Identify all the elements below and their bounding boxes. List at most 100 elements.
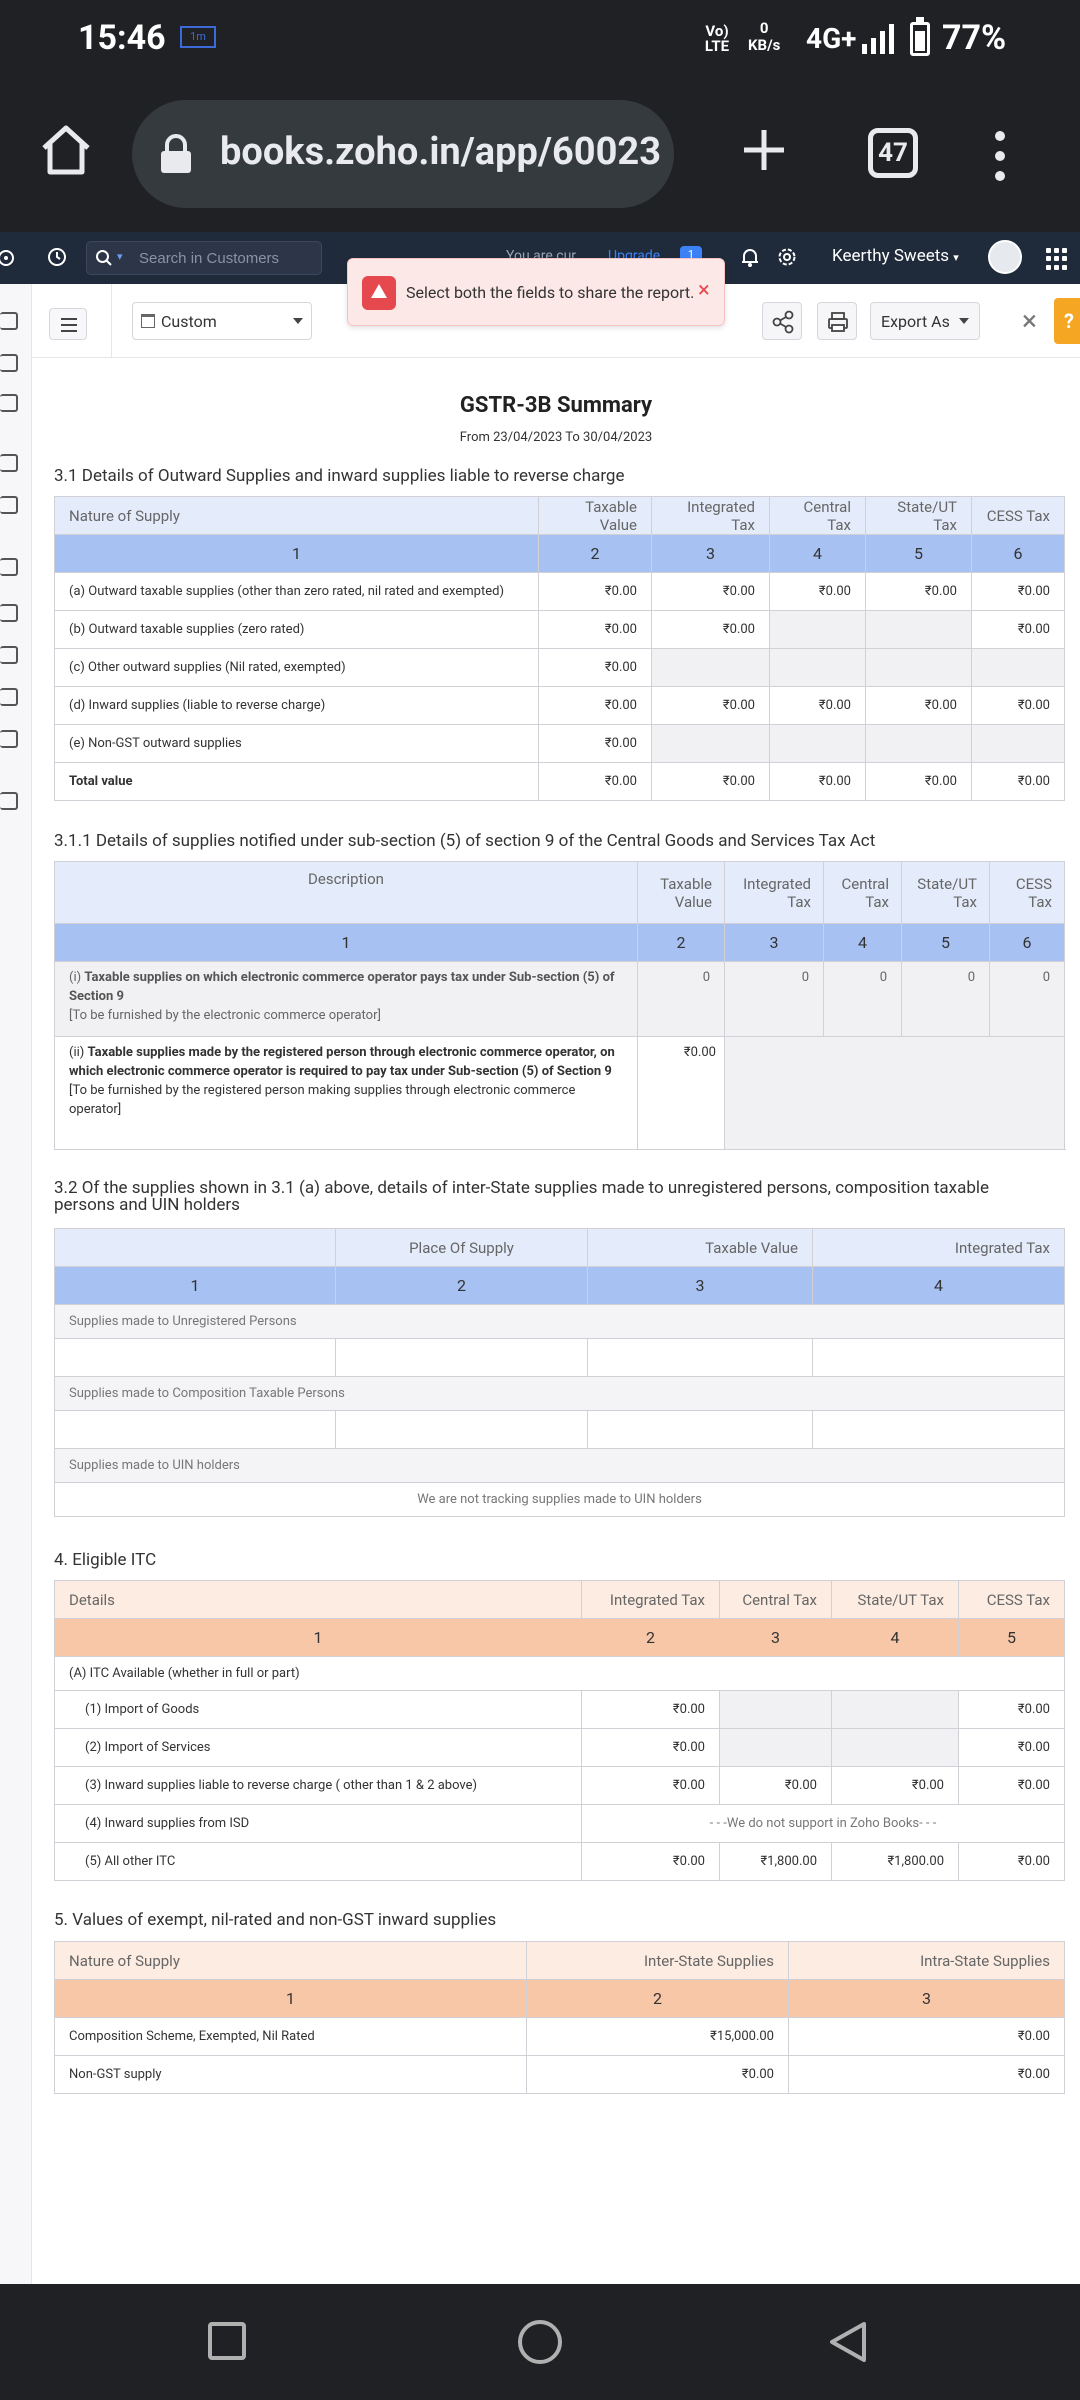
col-header: Details xyxy=(54,1580,582,1619)
col-header: Taxable Value xyxy=(637,861,725,924)
col-header: Nature of Supply xyxy=(54,496,539,535)
back-icon[interactable] xyxy=(826,2320,870,2364)
address-bar[interactable]: books.zoho.in/app/60023 xyxy=(132,100,674,208)
cell-empty xyxy=(812,1338,1065,1377)
sidebar-toggle-icon[interactable] xyxy=(0,246,22,270)
row-label: (c) Other outward supplies (Nil rated, e… xyxy=(54,648,539,687)
col-header: State/UT Tax xyxy=(831,1580,959,1619)
tab-switcher-button[interactable]: 47 xyxy=(868,128,918,178)
cell-value: ₹0.00 xyxy=(651,686,770,725)
sidebar-time-tracking-icon[interactable] xyxy=(0,558,18,576)
recent-activity-icon[interactable] xyxy=(46,246,68,268)
organization-switcher[interactable]: Keerthy Sweets ▾ xyxy=(832,246,959,266)
table-row: (e) Non-GST outward supplies ₹0.00 xyxy=(54,724,1065,763)
table-row: (2) Import of Services ₹0.00 ₹0.00 xyxy=(54,1728,1065,1767)
col-number: 2 xyxy=(538,534,652,573)
total-value: ₹0.00 xyxy=(651,762,770,801)
gear-icon[interactable] xyxy=(776,246,798,268)
date-range-dropdown[interactable]: Custom xyxy=(132,302,312,340)
bell-icon[interactable] xyxy=(740,246,760,268)
sidebar-purchases-icon[interactable] xyxy=(0,496,18,514)
section-3-1-title: 3.1 Details of Outward Supplies and inwa… xyxy=(54,466,625,486)
cell-value: ₹0.00 xyxy=(651,572,770,611)
cell-value: ₹0.00 xyxy=(581,1766,720,1805)
report-menu-button[interactable] xyxy=(49,308,87,340)
col-number: 1 xyxy=(54,534,539,573)
cell-disabled xyxy=(865,648,972,687)
caret-down-icon xyxy=(959,318,969,324)
section-5-title: 5. Values of exempt, nil-rated and non-G… xyxy=(54,1910,497,1930)
cell-disabled xyxy=(724,1036,1065,1150)
home-button[interactable] xyxy=(518,2320,562,2364)
signal-icon xyxy=(862,24,894,54)
apps-grid-icon[interactable] xyxy=(1046,248,1068,270)
report-title: GSTR-3B Summary xyxy=(459,393,653,418)
col-number: 5 xyxy=(901,923,990,962)
more-options-icon[interactable] xyxy=(990,126,1010,186)
cell-value: ₹0.00 xyxy=(971,572,1065,611)
section-3-1-1-title: 3.1.1 Details of supplies notified under… xyxy=(54,831,876,851)
search-box[interactable]: ▾ xyxy=(86,241,322,275)
cell-disabled xyxy=(719,1728,832,1767)
row-label: (1) Import of Goods xyxy=(54,1690,582,1729)
table-row: (d) Inward supplies (liable to reverse c… xyxy=(54,686,1065,725)
table-row: (3) Inward supplies liable to reverse ch… xyxy=(54,1766,1065,1805)
col-number: 2 xyxy=(637,923,725,962)
cell-empty xyxy=(335,1410,588,1449)
sidebar-home-icon[interactable] xyxy=(0,312,18,330)
cell-disabled xyxy=(651,648,770,687)
sidebar-documents-icon[interactable] xyxy=(0,792,18,810)
help-tab[interactable]: ? xyxy=(1054,298,1080,344)
cell-value: ₹0.00 xyxy=(865,686,972,725)
sidebar-accountant-icon[interactable] xyxy=(0,688,18,706)
share-button[interactable] xyxy=(762,302,802,340)
print-button[interactable] xyxy=(817,302,857,340)
sidebar xyxy=(0,284,32,2284)
row-label: (a) Outward taxable supplies (other than… xyxy=(54,572,539,611)
close-icon[interactable]: × xyxy=(1022,306,1037,336)
total-value: ₹0.00 xyxy=(538,762,652,801)
export-dropdown[interactable]: Export As xyxy=(870,302,980,340)
cell-disabled xyxy=(769,724,866,763)
sidebar-items-icon[interactable] xyxy=(0,354,18,372)
col-number: 2 xyxy=(335,1266,588,1305)
cell-value: ₹0.00 xyxy=(581,1842,720,1881)
sidebar-sales-icon[interactable] xyxy=(0,454,18,472)
browser-toolbar: books.zoho.in/app/60023 47 xyxy=(0,80,1080,232)
table-row: (c) Other outward supplies (Nil rated, e… xyxy=(54,648,1065,687)
table-row: (a) Outward taxable supplies (other than… xyxy=(54,572,1065,611)
cell-value: ₹0.00 xyxy=(581,1690,720,1729)
group-composition: Supplies made to Composition Taxable Per… xyxy=(54,1376,1065,1411)
avatar[interactable] xyxy=(988,240,1022,274)
new-tab-icon[interactable] xyxy=(734,120,794,180)
table-row: Composition Scheme, Exempted, Nil Rated … xyxy=(54,2017,1065,2056)
sidebar-reports-icon[interactable] xyxy=(0,730,18,748)
table-row: (i) Taxable supplies on which electronic… xyxy=(54,961,1065,1037)
col-header: Nature of Supply xyxy=(54,1941,527,1980)
row-label: (e) Non-GST outward supplies xyxy=(54,724,539,763)
cell-empty xyxy=(812,1410,1065,1449)
status-time: 15:46 xyxy=(78,18,166,58)
toast-close-icon[interactable]: × xyxy=(698,279,710,303)
col-header: Taxable Value xyxy=(587,1228,813,1267)
sidebar-eway-bills-icon[interactable] xyxy=(0,604,18,622)
cell-disabled xyxy=(719,1690,832,1729)
sidebar-gst-filing-icon[interactable] xyxy=(0,646,18,664)
cell-disabled xyxy=(865,610,972,649)
cell-value: ₹0.00 xyxy=(581,1728,720,1767)
col-number: 3 xyxy=(724,923,824,962)
search-input[interactable] xyxy=(139,242,317,274)
network-type: 4G+ xyxy=(806,22,857,55)
col-number: 5 xyxy=(958,1618,1065,1657)
search-scope-chevron-icon[interactable]: ▾ xyxy=(117,250,123,263)
cell-empty xyxy=(587,1338,813,1377)
home-icon[interactable] xyxy=(36,120,96,180)
col-header: Integrated Tax xyxy=(651,496,770,535)
recents-button[interactable] xyxy=(208,2322,246,2360)
printer-icon xyxy=(828,312,848,332)
sidebar-banking-icon[interactable] xyxy=(0,394,18,412)
row-title: Taxable supplies made by the registered … xyxy=(69,1045,615,1079)
cell-value: ₹0.00 xyxy=(958,1842,1065,1881)
table-row: (1) Import of Goods ₹0.00 ₹0.00 xyxy=(54,1690,1065,1729)
col-header: Place Of Supply xyxy=(335,1228,588,1267)
